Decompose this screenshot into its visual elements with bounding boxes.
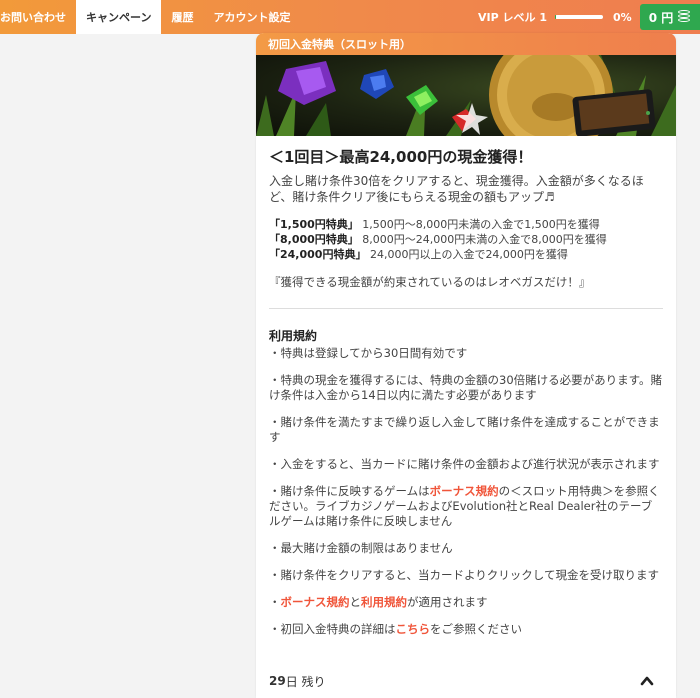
- campaign-card: 初回入金特典（スロット用） ＜1回目＞最高24,000円の現金獲得！ 入金し賭け…: [256, 33, 676, 698]
- chevron-up-icon[interactable]: [640, 675, 654, 687]
- tier-item: 「1,500円特典」 1,500円～8,000円未満の入金で1,500円を獲得: [269, 217, 663, 232]
- tier-item: 「8,000円特典」 8,000円～24,000円未満の入金で8,000円を獲得: [269, 232, 663, 247]
- balance-amount: 0 円: [648, 10, 674, 25]
- top-bar: お問い合わせ キャンペーン 履歴 アカウント設定 VIP レベル 1 0% 0 …: [0, 0, 700, 34]
- term-text: が適用されます: [407, 595, 488, 609]
- bonus-terms-link[interactable]: ボーナス規約: [281, 595, 350, 609]
- term-item: ・初回入金特典の詳細はこちらをご参照ください: [269, 622, 663, 637]
- term-text: をご参照ください: [430, 622, 522, 636]
- terms-title: 利用規約: [269, 329, 318, 343]
- days-remaining-label: 日 残り: [285, 674, 326, 689]
- term-item: ・賭け条件に反映するゲームはボーナス規約の＜スロット用特典＞を参照ください。ライ…: [269, 484, 663, 529]
- campaign-quote: 『獲得できる現金額が約束されているのはレオベガスだけ！』: [269, 275, 591, 289]
- term-text: ・初回入金特典の詳細は: [269, 622, 396, 636]
- promo-banner-graphic: [256, 55, 676, 136]
- card-content: ＜1回目＞最高24,000円の現金獲得！ 入金し賭け条件30倍をクリアすると、現…: [256, 136, 676, 637]
- vip-percent: 0%: [612, 10, 632, 24]
- coins-icon: [677, 10, 691, 24]
- term-text: ・: [269, 595, 281, 609]
- divider: [269, 308, 663, 309]
- balance-button[interactable]: 0 円: [640, 4, 700, 30]
- term-item: ・賭け条件を満たすまで繰り返し入金して賭け条件を達成することができます: [269, 415, 660, 444]
- main-nav: お問い合わせ キャンペーン 履歴 アカウント設定: [0, 0, 300, 34]
- tier-name: 「1,500円特典」: [269, 218, 359, 231]
- tier-name: 「8,000円特典」: [269, 233, 359, 246]
- term-item: ・特典は登録してから30日間有効です: [269, 346, 468, 360]
- term-item: ・入金をすると、当カードに賭け条件の金額および進行状況が表示されます: [269, 457, 660, 471]
- tier-name: 「24,000円特典」: [269, 248, 367, 261]
- details-link[interactable]: こちら: [396, 622, 431, 636]
- nav-history[interactable]: 履歴: [161, 0, 203, 34]
- term-item: ・賭け条件をクリアすると、当カードよりクリックして現金を受け取ります: [269, 568, 659, 582]
- vip-progress-fill: [554, 15, 557, 19]
- campaign-description: 入金し賭け条件30倍をクリアすると、現金獲得。入金額が多くなるほど、賭け条件クリ…: [269, 174, 644, 204]
- term-item: ・特典の現金を獲得するには、特典の金額の30倍賭ける必要があります。賭け条件は入…: [269, 373, 662, 402]
- term-item: ・ボーナス規約と利用規約が適用されます: [269, 595, 663, 610]
- term-item: ・最大賭け金額の制限はありません: [269, 541, 453, 555]
- card-footer: 29 日 残り: [256, 664, 676, 698]
- vip-level-label: VIP レベル 1: [478, 11, 547, 24]
- tier-detail: 24,000円以上の入金で24,000円を獲得: [366, 248, 568, 261]
- promo-banner-image: [256, 55, 676, 136]
- term-text: と: [349, 595, 362, 609]
- days-remaining-count: 29: [269, 674, 286, 688]
- nav-account-settings[interactable]: アカウント設定: [203, 0, 300, 34]
- vip-progress-bar: [554, 15, 603, 19]
- card-header: 初回入金特典（スロット用）: [256, 33, 676, 55]
- campaign-title: ＜1回目＞最高24,000円の現金獲得！: [269, 148, 533, 166]
- bonus-terms-link[interactable]: ボーナス規約: [430, 484, 499, 498]
- tier-item: 「24,000円特典」 24,000円以上の入金で24,000円を獲得: [269, 247, 663, 262]
- nav-campaign[interactable]: キャンペーン: [76, 0, 162, 34]
- terms-of-use-link[interactable]: 利用規約: [361, 595, 407, 609]
- tier-detail: 1,500円～8,000円未満の入金で1,500円を獲得: [358, 218, 600, 231]
- vip-level[interactable]: VIP レベル 1 0%: [478, 0, 632, 34]
- nav-contact[interactable]: お問い合わせ: [0, 0, 76, 34]
- term-text: ・賭け条件に反映するゲームは: [269, 484, 430, 498]
- tier-detail: 8,000円～24,000円未満の入金で8,000円を獲得: [358, 233, 607, 246]
